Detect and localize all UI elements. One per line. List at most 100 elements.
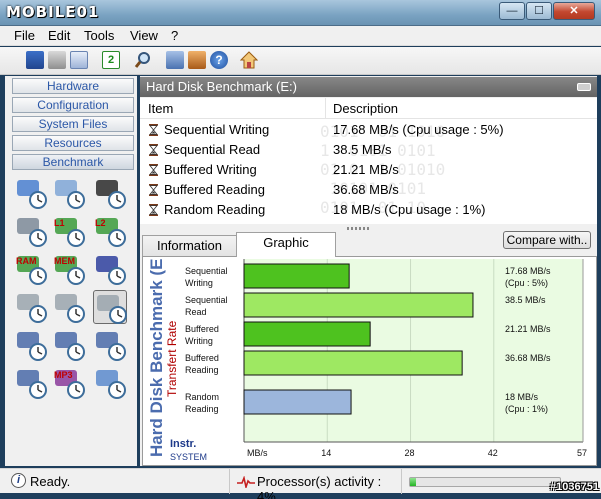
menu-help[interactable]: ? — [171, 28, 178, 43]
menu-view[interactable]: View — [130, 28, 158, 43]
row-description: 17.68 MB/s (Cpu usage : 5%) — [333, 122, 504, 137]
close-button[interactable]: ✕ — [553, 2, 595, 20]
report-icon[interactable] — [188, 51, 206, 69]
tick-label: 14 — [321, 448, 331, 458]
tab-graphic[interactable]: Graphic — [236, 232, 336, 257]
bar — [243, 292, 474, 318]
table-row[interactable]: Sequential Writing 17.68 MB/s (Cpu usage … — [140, 120, 597, 140]
benchmark-glyph — [17, 370, 47, 399]
menu-tools[interactable]: Tools — [84, 28, 114, 43]
row-item: Sequential Writing — [164, 122, 270, 137]
cpu-activity-fill — [410, 478, 416, 486]
tab-information[interactable]: Information — [142, 235, 237, 256]
status-ready-segment: i Ready. — [0, 469, 230, 494]
image-benchmark-icon[interactable] — [93, 366, 127, 400]
splitter-handle[interactable] — [347, 227, 369, 230]
multi-cpu-benchmark-icon[interactable] — [14, 214, 48, 248]
l2-cache-benchmark-icon[interactable]: L2 — [93, 214, 127, 248]
print-icon[interactable] — [48, 51, 66, 69]
benchmark-glyph — [96, 370, 126, 399]
minimize-button[interactable]: — — [499, 2, 525, 20]
tick-label: 42 — [488, 448, 498, 458]
bar — [243, 321, 371, 347]
bar — [243, 263, 350, 289]
disk2-benchmark-icon[interactable] — [52, 290, 86, 324]
floppy2-benchmark-icon[interactable] — [52, 328, 86, 362]
value-label: (Cpu : 5%) — [505, 278, 548, 288]
home-icon[interactable] — [239, 51, 259, 69]
benchmark-glyph — [55, 180, 85, 209]
nav-benchmark[interactable]: Benchmark — [12, 154, 134, 170]
panel-header: Hard Disk Benchmark (E:) — [140, 77, 597, 97]
chart-title: Hard Disk Benchmark (E:) — [147, 257, 166, 457]
benchmark-glyph — [17, 218, 47, 247]
brand-sub-label: SYSTEM — [170, 452, 207, 462]
l1-cache-benchmark-icon[interactable]: L1 — [52, 214, 86, 248]
maximize-button[interactable]: ☐ — [526, 2, 552, 20]
results-list: 0101 01 1010 1 0101 0101 01 0 1 01010 10… — [140, 98, 597, 224]
nav-configuration[interactable]: Configuration — [12, 97, 134, 113]
save-icon[interactable] — [26, 51, 44, 69]
value-label: 36.68 MB/s — [505, 353, 551, 363]
tick-label: 28 — [405, 448, 415, 458]
hourglass-icon — [149, 164, 158, 176]
compare-with-button[interactable]: Compare with.. — [503, 231, 591, 249]
table-row[interactable]: Sequential Read 38.5 MB/s — [140, 140, 597, 160]
table-row[interactable]: Random Reading 18 MB/s (Cpu usage : 1%) — [140, 200, 597, 220]
tick-label: 57 — [577, 448, 587, 458]
hard-disk-icon — [577, 83, 591, 91]
table-row[interactable]: Buffered Writing 21.21 MB/s — [140, 160, 597, 180]
table-row[interactable]: Buffered Reading 36.68 MB/s — [140, 180, 597, 200]
help-icon[interactable]: ? — [210, 51, 228, 69]
category-label: Sequential — [185, 295, 228, 305]
nav-hardware[interactable]: Hardware — [12, 78, 134, 94]
chart-subtitle: Transfert Rate — [165, 320, 179, 397]
nav-resources[interactable]: Resources — [12, 135, 134, 151]
mem-benchmark-icon[interactable]: MEM — [52, 252, 86, 286]
video-benchmark-icon[interactable] — [93, 176, 127, 210]
os-benchmark-icon[interactable] — [14, 176, 48, 210]
row-description: 38.5 MB/s — [333, 142, 392, 157]
floppy-benchmark-icon[interactable] — [14, 328, 48, 362]
mp3-benchmark-icon[interactable]: MP3 — [52, 366, 86, 400]
row-description: 36.68 MB/s — [333, 182, 399, 197]
info-icon: i — [11, 473, 26, 488]
nav-system-files[interactable]: System Files — [12, 116, 134, 132]
column-description[interactable]: Description — [333, 101, 398, 116]
menu-edit[interactable]: Edit — [48, 28, 70, 43]
row-description: 18 MB/s (Cpu usage : 1%) — [333, 202, 486, 217]
disk-benchmark-icon[interactable] — [14, 290, 48, 324]
bar — [243, 350, 463, 376]
benchmark-glyph — [17, 294, 47, 323]
benchmark-icon-label: L1 — [54, 218, 65, 228]
value-label: 38.5 MB/s — [505, 295, 546, 305]
watermark: #1036751 — [550, 481, 599, 493]
bar-chart: Hard Disk Benchmark (E:) Transfert Rate In… — [147, 257, 587, 462]
title-bar: MOBILE01 — ☐ ✕ — [0, 0, 601, 26]
bar — [243, 389, 352, 415]
benchmark-glyph — [96, 332, 126, 361]
toolbar: 2 ? — [0, 47, 601, 75]
column-item[interactable]: Item — [148, 101, 173, 116]
row-description: 21.21 MB/s — [333, 162, 399, 177]
app-logo: MOBILE01 — [6, 3, 100, 21]
row-item: Sequential Read — [164, 142, 261, 157]
dx-benchmark-icon[interactable] — [93, 252, 127, 286]
brand-label: Instr. — [170, 438, 196, 450]
status-cpu: Processor(s) activity : 4% — [257, 474, 382, 499]
ram-benchmark-icon[interactable]: RAM — [14, 252, 48, 286]
copy-icon[interactable] — [70, 51, 88, 69]
benchmark-graph: Hard Disk Benchmark (E:) Transfert Rate In… — [142, 256, 597, 466]
hardware-icon[interactable] — [166, 51, 184, 69]
refresh-icon[interactable]: 2 — [102, 51, 120, 69]
row-item: Buffered Reading — [164, 182, 265, 197]
menu-file[interactable]: File — [14, 28, 35, 43]
floppy4-benchmark-icon[interactable] — [14, 366, 48, 400]
value-label: 21.21 MB/s — [505, 324, 551, 334]
status-ready: Ready. — [30, 474, 71, 489]
hard-disk-benchmark-icon[interactable] — [93, 290, 127, 324]
floppy3-benchmark-icon[interactable] — [93, 328, 127, 362]
cpu-benchmark-icon[interactable] — [52, 176, 86, 210]
left-panel: Hardware Configuration System Files Reso… — [5, 76, 137, 466]
search-icon[interactable] — [134, 51, 152, 69]
